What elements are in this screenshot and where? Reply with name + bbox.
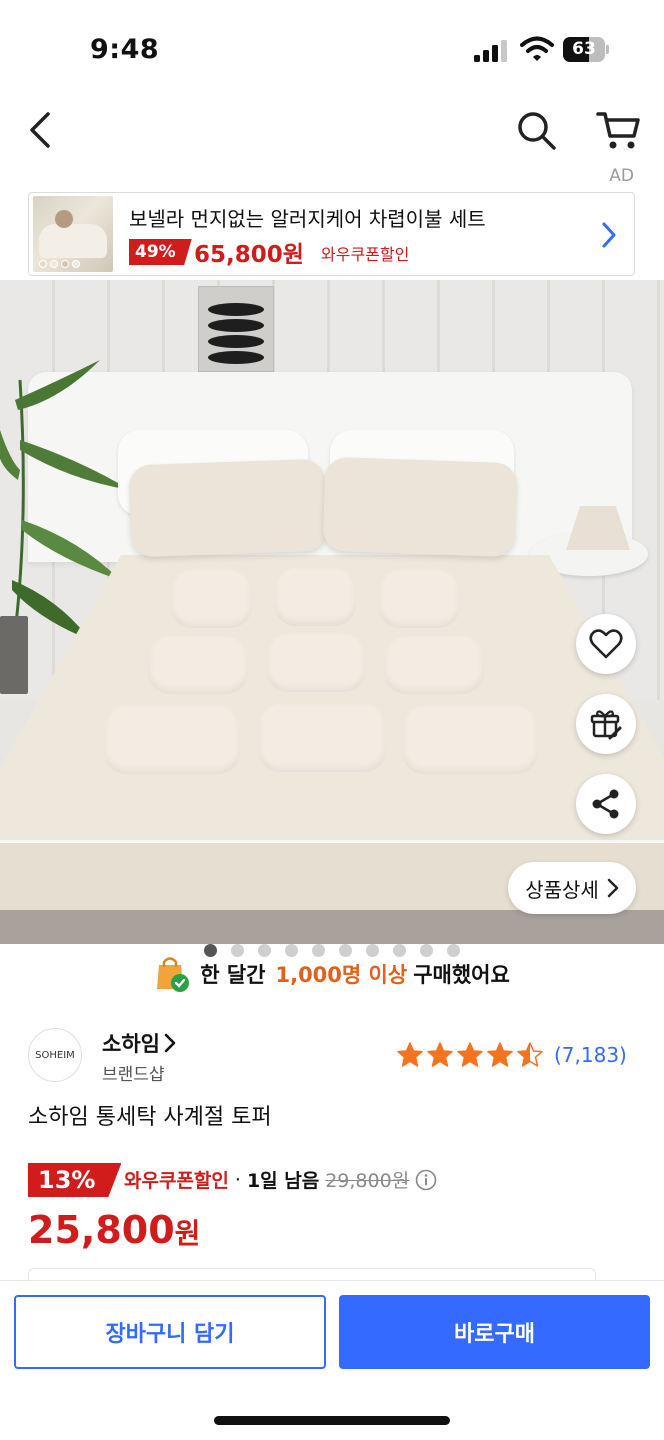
info-icon[interactable]: [415, 1169, 437, 1191]
search-button[interactable]: [512, 106, 560, 154]
chevron-left-icon: [30, 112, 50, 148]
heart-icon: [589, 629, 623, 659]
rating-stars: [396, 1041, 544, 1069]
review-count[interactable]: (7,183): [554, 1043, 627, 1067]
final-price: 25,800원: [28, 1208, 200, 1252]
chevron-right-icon: [607, 878, 618, 898]
purchase-social-proof: 한 달간 1,000명 이상 구매했어요: [0, 952, 664, 996]
discount-badge: 13%: [28, 1163, 122, 1197]
seller-subtitle: 브랜드샵: [102, 1065, 165, 1085]
seller-name: 소하임: [102, 1032, 160, 1056]
social-proof-count: 1,000명 이상: [275, 963, 408, 987]
product-title: 소하임 통세탁 사계절 토퍼: [28, 1105, 272, 1130]
signal-icon: [474, 40, 507, 62]
search-icon: [518, 112, 556, 150]
separator: ·: [234, 1168, 241, 1191]
buy-now-button[interactable]: 바로구매: [339, 1295, 650, 1369]
original-price: 29,800원: [325, 1170, 410, 1192]
status-time: 9:48: [90, 34, 160, 65]
star-icon: [427, 1042, 453, 1067]
ad-banner[interactable]: 보넬라 먼지없는 알러지케어 차렵이불 세트 49% 65,800원 와우쿠폰할…: [28, 192, 635, 276]
star-icon: [457, 1042, 483, 1067]
ad-coupon-label: 와우쿠폰할인: [321, 245, 410, 264]
time-left: 1일 남음: [246, 1170, 320, 1192]
chevron-right-icon: [602, 222, 616, 248]
ad-title: 보넬라 먼지없는 알러지케어 차렵이불 세트: [129, 207, 486, 231]
battery-text: 63: [572, 39, 596, 59]
product-detail-button[interactable]: 상품상세: [508, 862, 636, 914]
top-nav: [0, 100, 664, 160]
wishlist-button[interactable]: [576, 614, 636, 674]
status-bar: 9:48 63: [0, 0, 664, 100]
currency: 원: [174, 1217, 201, 1250]
social-proof-suffix: 구매했어요: [413, 963, 510, 987]
shopping-bag-check-icon: [157, 957, 190, 992]
cart-button[interactable]: [594, 106, 642, 154]
ad-price: 65,800원: [194, 242, 304, 268]
star-icon: [487, 1042, 513, 1067]
final-price-value: 25,800: [28, 1208, 175, 1252]
gift-icon: [590, 710, 622, 740]
wifi-icon: [520, 36, 554, 61]
share-button[interactable]: [576, 774, 636, 834]
share-icon: [592, 789, 619, 819]
wall-art: [198, 286, 274, 372]
cart-icon: [596, 112, 640, 149]
star-icon: [397, 1042, 423, 1067]
ad-label: AD: [609, 166, 634, 186]
seller-logo[interactable]: SOHEIM: [28, 1028, 82, 1082]
battery-indicator: 63: [563, 37, 609, 62]
product-image-gallery[interactable]: 상품상세: [0, 280, 664, 944]
rating[interactable]: (7,183): [396, 1041, 627, 1069]
seller-link[interactable]: 소하임: [102, 1028, 176, 1058]
social-proof-prefix: 한 달간: [200, 963, 266, 987]
chevron-right-icon: [164, 1033, 176, 1053]
star-icon: [517, 1042, 543, 1067]
ad-thumbnail: [33, 196, 113, 272]
back-button[interactable]: [22, 108, 62, 152]
seller-logo-text: SOHEIM: [35, 1049, 75, 1061]
coupon-line: 와우쿠폰할인 · 1일 남음 29,800원: [124, 1166, 437, 1193]
coupon-label: 와우쿠폰할인: [124, 1170, 229, 1192]
add-to-cart-button[interactable]: 장바구니 담기: [14, 1295, 326, 1369]
gift-button[interactable]: [576, 694, 636, 754]
product-detail-label: 상품상세: [525, 877, 599, 902]
ad-discount-badge: 49%: [129, 239, 192, 265]
home-indicator: [214, 1416, 450, 1425]
